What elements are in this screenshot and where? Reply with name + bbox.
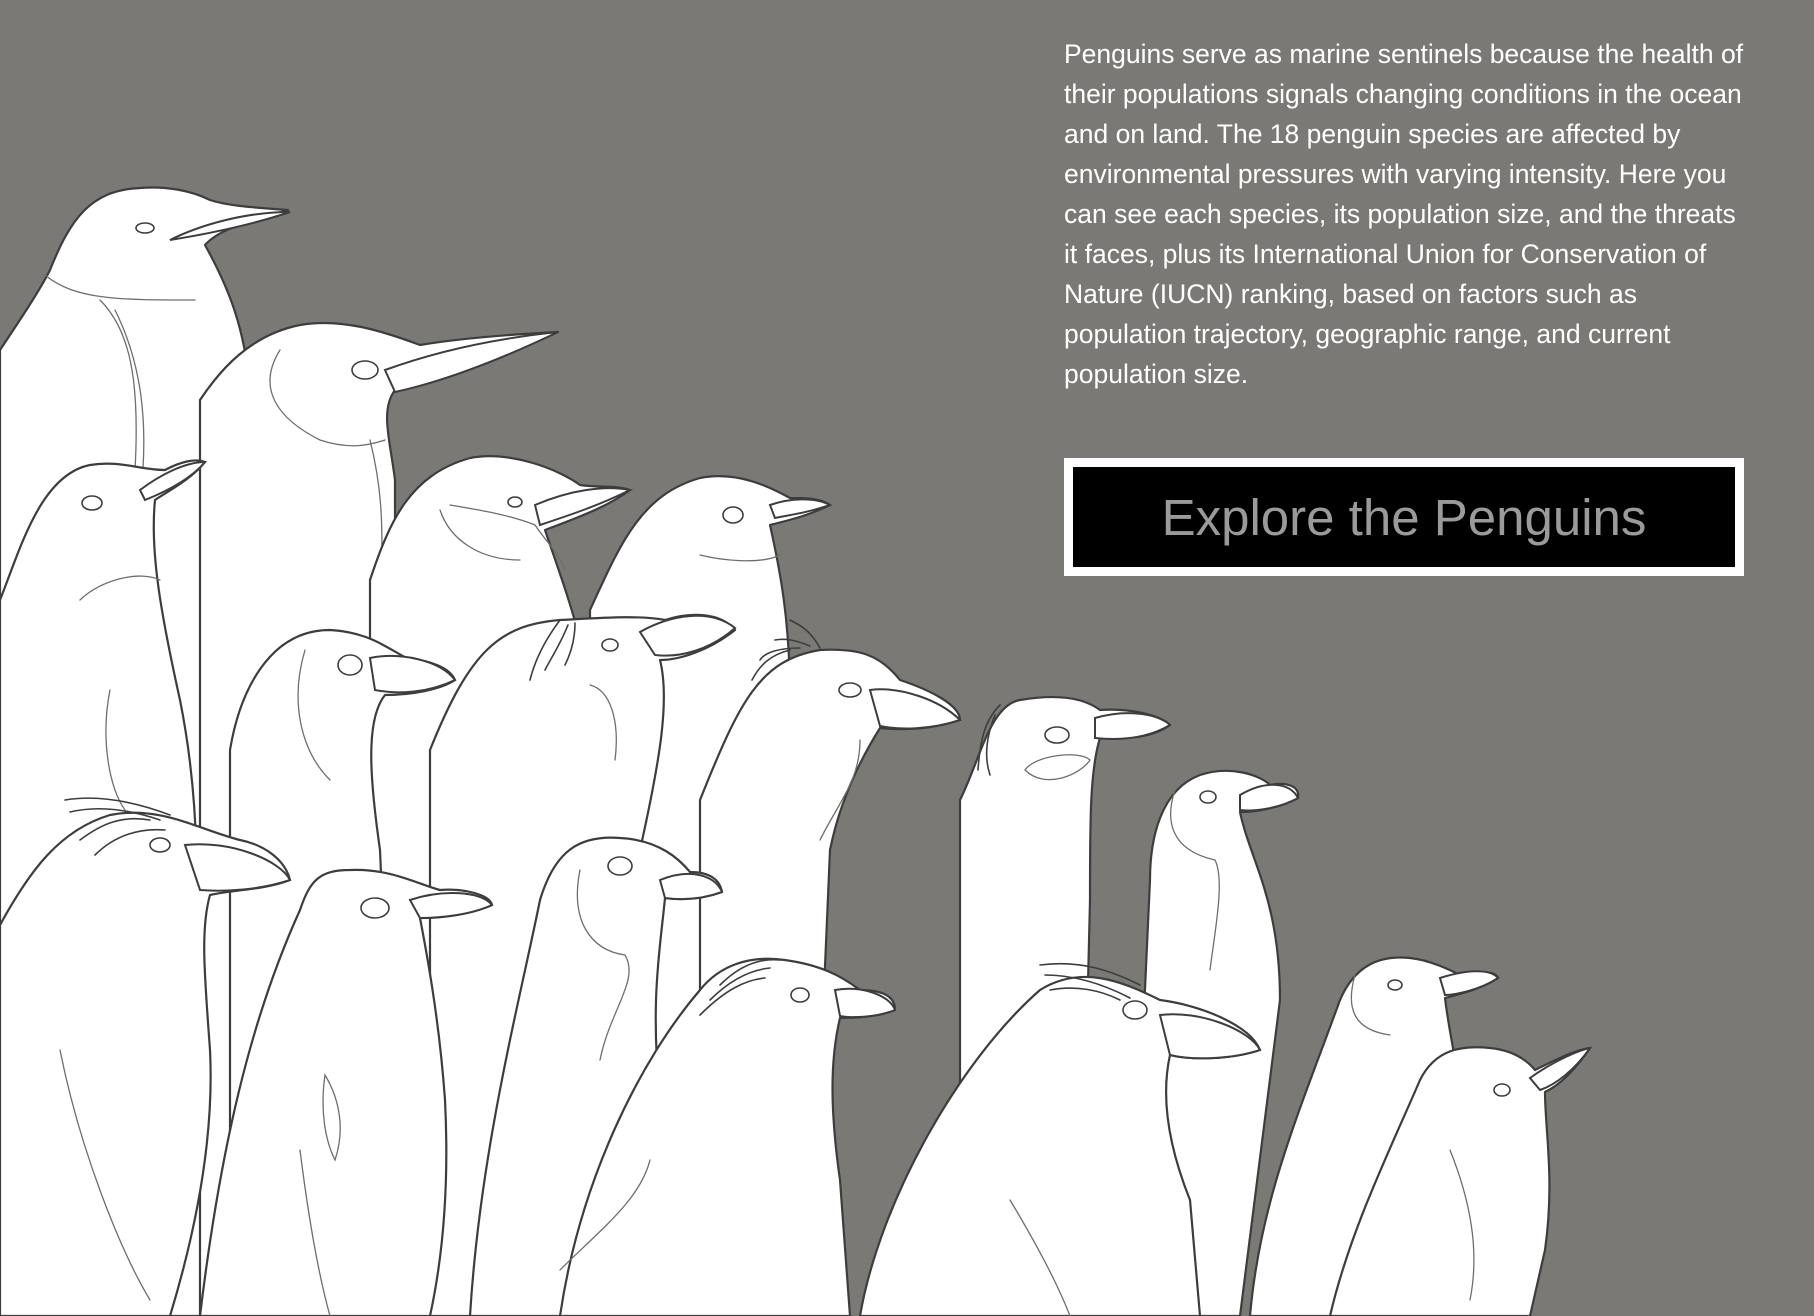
intro-paragraph: Penguins serve as marine sentinels becau… — [1064, 39, 1744, 389]
explore-penguins-button[interactable]: Explore the Penguins — [1064, 458, 1744, 576]
page: Penguins serve as marine sentinels becau… — [0, 0, 1814, 1316]
